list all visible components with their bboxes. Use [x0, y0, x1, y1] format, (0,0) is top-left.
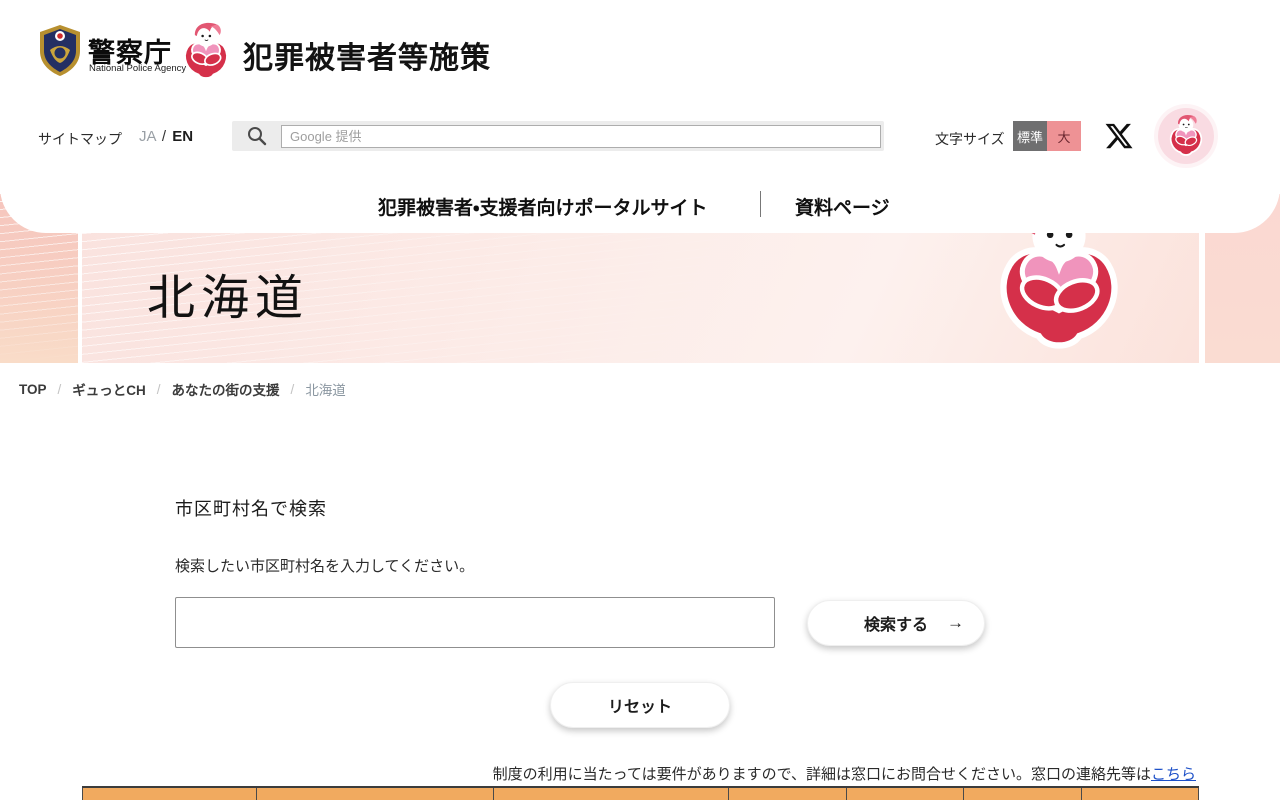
table-header-cell [82, 788, 256, 800]
notice-text: 制度の利用に当たっては要件がありますので、詳細は窓口にお問合せください。窓口の連… [493, 763, 1196, 784]
main-nav: 犯罪被害者・支援者向けポータルサイト 資料ページ [0, 191, 1280, 219]
breadcrumb-top[interactable]: TOP [19, 382, 47, 397]
site-title: 犯罪被害者等施策 [243, 42, 491, 75]
language-switcher: JA / EN [139, 128, 193, 145]
page: 北海道 警察庁 National Police Agency 犯罪被害者等施策 … [0, 0, 1280, 800]
font-size-standard-button[interactable]: 標準 [1013, 121, 1047, 151]
lang-ja-link[interactable]: JA [139, 128, 156, 145]
search-icon[interactable] [246, 125, 268, 147]
site-search-bar [232, 121, 884, 151]
table-header-cell [963, 788, 1081, 800]
table-header-cell [728, 788, 846, 800]
notice-body: 制度の利用に当たっては要件がありますので、詳細は窓口にお問合せください。窓口の連… [492, 766, 1151, 783]
font-size-label: 文字サイズ [935, 131, 1005, 147]
section-heading: 市区町村名で検索 [175, 499, 327, 519]
results-table-header [82, 786, 1199, 800]
breadcrumb-separator: / [57, 381, 62, 397]
search-button-label: 検索する [863, 617, 928, 634]
reset-button[interactable]: リセット [550, 682, 730, 728]
municipality-search-input[interactable] [175, 597, 775, 648]
page-title: 北海道 [147, 272, 310, 325]
arrow-right-icon: → [947, 613, 964, 632]
search-button[interactable]: 検索する → [807, 600, 985, 646]
table-header-cell [493, 788, 728, 800]
mascot-logo-icon [183, 21, 229, 80]
breadcrumb-current: 北海道 [305, 383, 346, 398]
breadcrumb-separator: / [290, 381, 295, 397]
table-header-cell [256, 788, 493, 800]
breadcrumb-city-support[interactable]: あなたの街の支援 [172, 379, 280, 399]
site-search-input[interactable] [281, 124, 881, 148]
section-instruction: 検索したい市区町村名を入力してください。 [175, 558, 475, 575]
lang-separator: / [161, 128, 167, 145]
nav-portal-link[interactable]: 犯罪被害者・支援者向けポータルサイト [378, 193, 707, 220]
breadcrumb-gyutto-ch[interactable]: ギュっとCH [72, 379, 146, 399]
lang-en-link[interactable]: EN [172, 128, 193, 145]
table-header-cell [846, 788, 963, 800]
agency-name-en: National Police Agency [89, 63, 187, 74]
police-badge-icon [40, 25, 80, 76]
sitemap-link[interactable]: サイトマップ [38, 129, 122, 149]
table-header-cell [1081, 788, 1199, 800]
breadcrumb-separator: / [156, 381, 161, 397]
nav-documents-link[interactable]: 資料ページ [795, 193, 890, 220]
x-social-icon[interactable] [1104, 121, 1134, 151]
font-size-large-button[interactable]: 大 [1047, 121, 1081, 151]
header: 警察庁 National Police Agency 犯罪被害者等施策 サイトマ… [0, 0, 1280, 233]
mascot-avatar-icon [1169, 114, 1203, 156]
reset-button-label: リセット [607, 699, 672, 716]
mascot-avatar-button[interactable] [1158, 108, 1214, 164]
contact-details-link[interactable]: こちら [1151, 766, 1196, 783]
nav-divider [760, 191, 761, 217]
breadcrumb: TOP / ギュっとCH / あなたの街の支援 / 北海道 [19, 379, 346, 399]
